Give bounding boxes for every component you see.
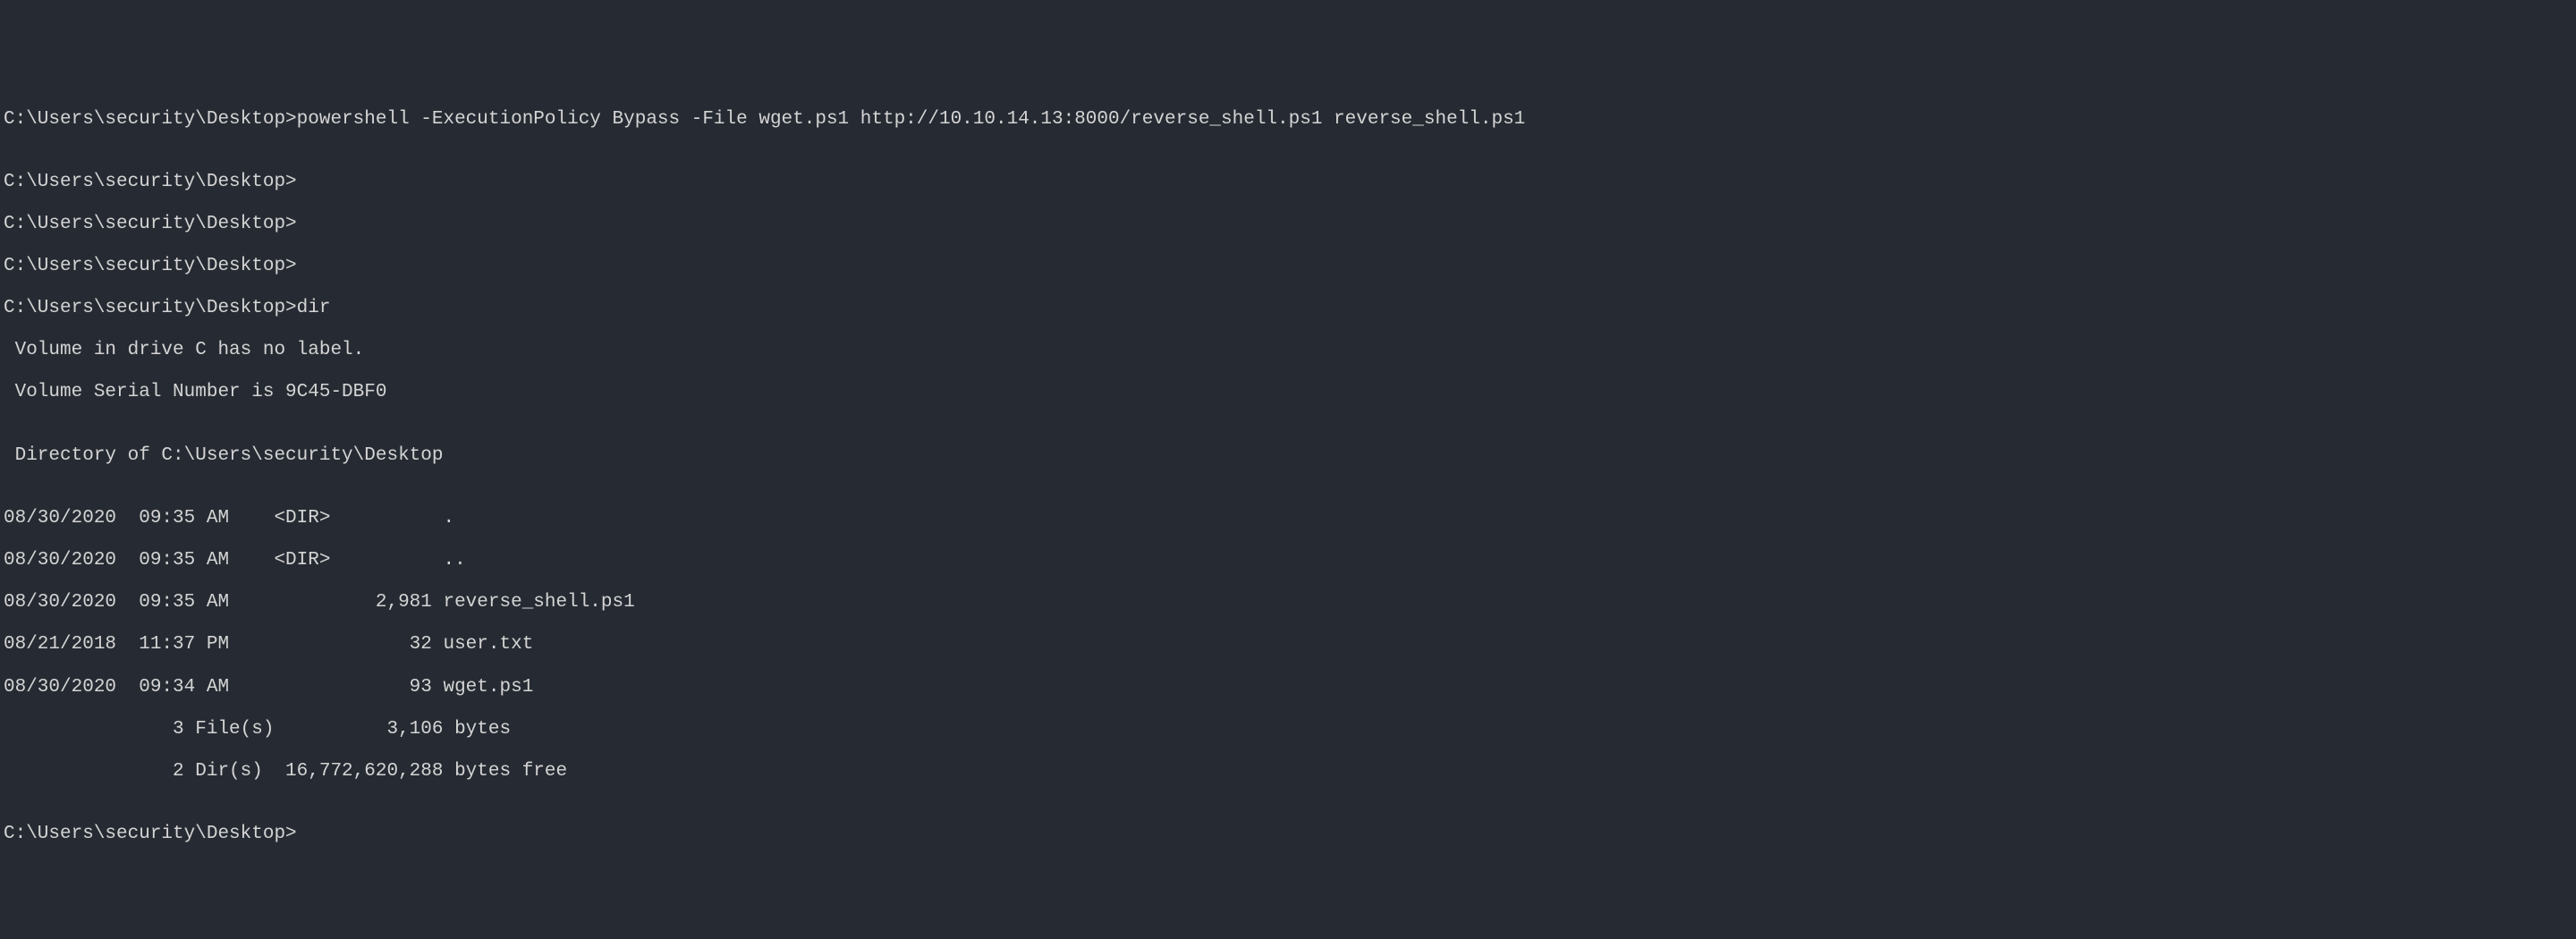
command-line: C:\Users\security\Desktop> [4,172,2572,193]
dir-entry: 08/30/2020 09:35 AM 2,981 reverse_shell.… [4,592,2572,613]
command-line: C:\Users\security\Desktop> [4,824,2572,845]
prompt: C:\Users\security\Desktop> [4,109,297,130]
prompt: C:\Users\security\Desktop> [4,256,297,276]
output-line: Volume Serial Number is 9C45-DBF0 [4,382,2572,403]
dir-entry: 08/30/2020 09:35 AM <DIR> . [4,508,2572,529]
dir-summary: 3 File(s) 3,106 bytes [4,719,2572,740]
dir-summary: 2 Dir(s) 16,772,620,288 bytes free [4,761,2572,782]
command-line: C:\Users\security\Desktop>powershell -Ex… [4,109,2572,131]
command-text: powershell -ExecutionPolicy Bypass -File… [297,109,1526,130]
output-line: Volume in drive C has no label. [4,340,2572,361]
command-text: dir [297,298,331,318]
output-line: Directory of C:\Users\security\Desktop [4,445,2572,467]
dir-entry: 08/30/2020 09:35 AM <DIR> .. [4,550,2572,571]
dir-entry: 08/21/2018 11:37 PM 32 user.txt [4,634,2572,656]
command-line: C:\Users\security\Desktop> [4,256,2572,277]
command-line: C:\Users\security\Desktop>dir [4,298,2572,319]
prompt: C:\Users\security\Desktop> [4,172,297,192]
prompt: C:\Users\security\Desktop> [4,298,297,318]
terminal-output[interactable]: C:\Users\security\Desktop>powershell -Ex… [4,88,2572,833]
prompt: C:\Users\security\Desktop> [4,824,297,844]
command-line: C:\Users\security\Desktop> [4,214,2572,235]
dir-entry: 08/30/2020 09:34 AM 93 wget.ps1 [4,677,2572,698]
prompt: C:\Users\security\Desktop> [4,214,297,234]
